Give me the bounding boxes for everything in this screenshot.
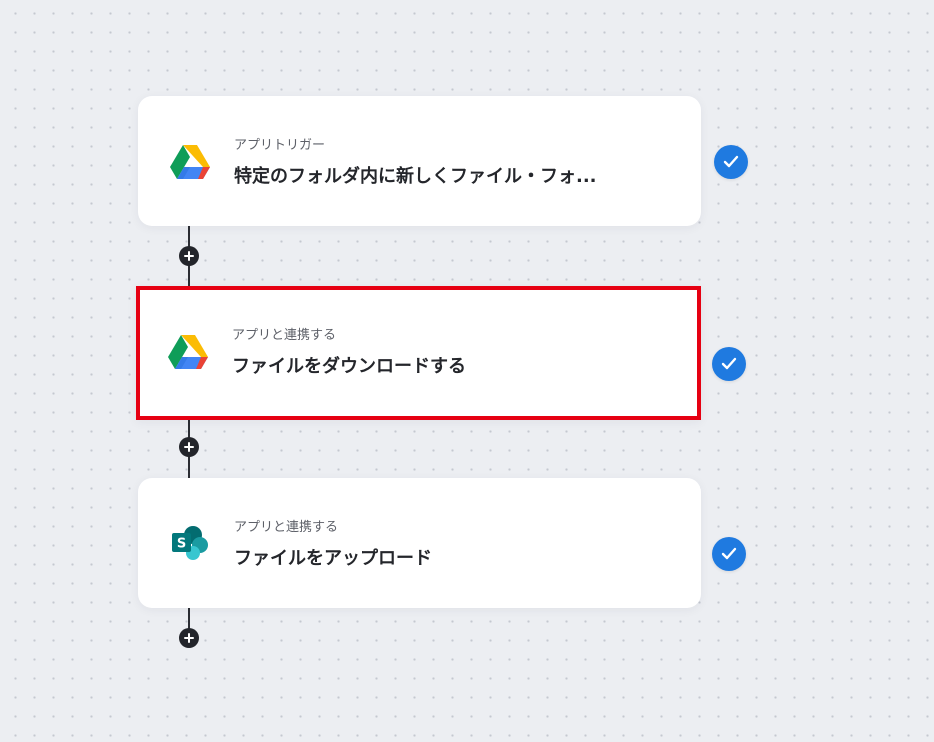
sharepoint-icon: S	[172, 526, 208, 560]
step-subtitle: アプリと連携する	[234, 520, 339, 535]
step-subtitle: アプリトリガー	[234, 138, 326, 153]
step-title: ファイルをダウンロードする	[232, 356, 466, 377]
add-step-button[interactable]	[179, 628, 199, 648]
step-card-upload[interactable]: S アプリと連携する ファイルをアップロード	[138, 478, 701, 608]
step-subtitle: アプリと連携する	[232, 328, 337, 343]
add-step-button[interactable]	[179, 437, 199, 457]
add-step-button[interactable]	[179, 246, 199, 266]
check-circle-icon	[712, 347, 746, 381]
check-circle-icon	[714, 145, 748, 179]
workflow-canvas: アプリトリガー 特定のフォルダ内に新しくファイル・フォ... アプリと連携する …	[0, 0, 934, 742]
check-circle-icon	[712, 537, 746, 571]
step-card-trigger[interactable]: アプリトリガー 特定のフォルダ内に新しくファイル・フォ...	[138, 96, 701, 226]
google-drive-icon	[168, 335, 208, 369]
step-card-download[interactable]: アプリと連携する ファイルをダウンロードする	[136, 286, 701, 420]
step-title: 特定のフォルダ内に新しくファイル・フォ...	[234, 166, 597, 187]
svg-text:S: S	[177, 537, 186, 552]
step-title: ファイルをアップロード	[234, 548, 432, 569]
google-drive-icon	[170, 145, 210, 179]
